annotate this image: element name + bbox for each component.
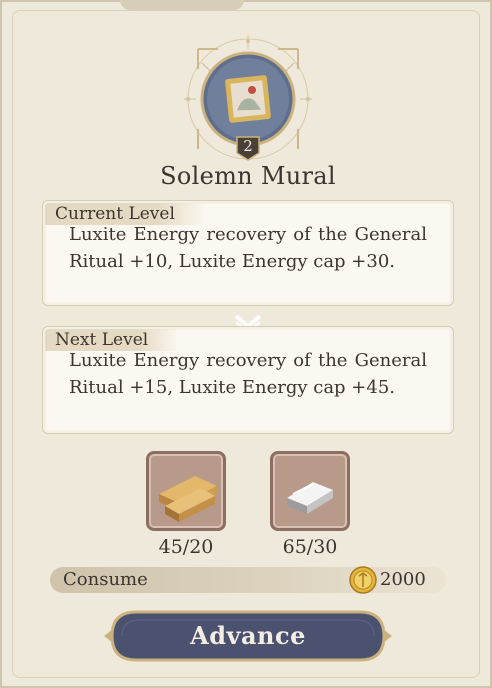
wood-planks-icon — [159, 476, 217, 522]
material-count-silver: 65/30 — [282, 536, 338, 558]
item-title: Solemn Mural — [160, 162, 336, 190]
advance-button-label[interactable]: Advance — [102, 608, 394, 664]
upgrade-panel: 2 Solemn Mural Current Level Luxite Ener… — [0, 0, 492, 688]
next-level-text: Luxite Energy recovery of the General Ri… — [69, 350, 427, 398]
material-slot-wood[interactable] — [146, 451, 226, 531]
consume-label: Consume — [63, 569, 148, 590]
gold-coin-icon — [349, 566, 377, 594]
silver-ingot-icon — [287, 482, 333, 514]
next-level-box: Next Level Luxite Energy recovery of the… — [42, 326, 454, 434]
consume-amount: 2000 — [380, 569, 426, 590]
material-slot-silver[interactable] — [270, 451, 350, 531]
panel-top-tab — [120, 0, 244, 10]
current-level-box: Current Level Luxite Energy recovery of … — [42, 200, 454, 306]
level-badge: 2 — [243, 137, 253, 155]
current-level-text: Luxite Energy recovery of the General Ri… — [69, 224, 427, 272]
material-count-wood: 45/20 — [158, 536, 214, 558]
